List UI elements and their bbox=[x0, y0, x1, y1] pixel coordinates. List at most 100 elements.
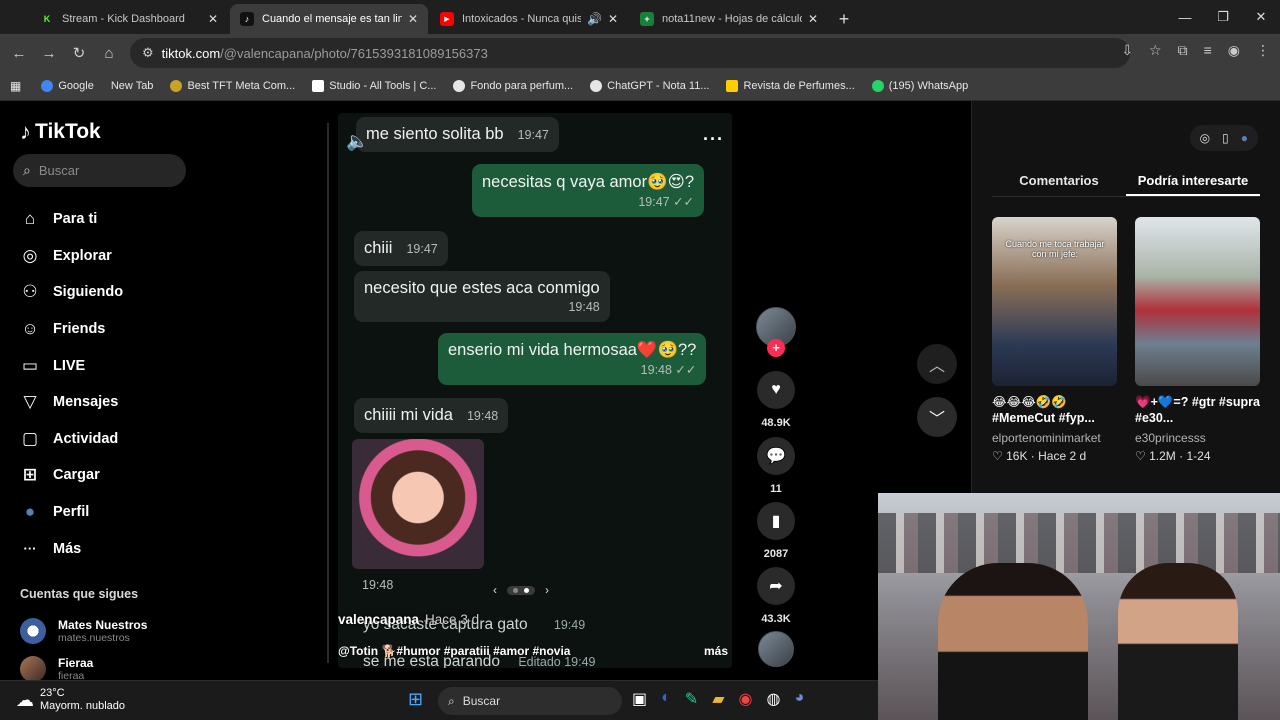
close-icon[interactable]: ✕ bbox=[208, 12, 218, 26]
restore-icon[interactable]: ❐ bbox=[1204, 0, 1242, 34]
forward-icon[interactable]: → bbox=[34, 45, 64, 62]
suggested-video-card[interactable]: Cuando me toca trabajar con mi jefe: 😂😂😂… bbox=[992, 217, 1117, 463]
bookmark-tft[interactable]: Best TFT Meta Com... bbox=[170, 80, 295, 92]
close-icon[interactable]: ✕ bbox=[608, 12, 618, 26]
speaker-icon[interactable]: 🔊 bbox=[587, 12, 602, 26]
video-thumbnail[interactable]: Cuando me toca trabajar con mi jefe: bbox=[992, 217, 1117, 386]
sidebar-item-friends[interactable]: ☺ Friends bbox=[18, 311, 123, 348]
panel-toolbar: ◎ ▯ ● bbox=[1189, 125, 1258, 151]
site-info-icon[interactable]: ⚙ bbox=[142, 45, 154, 61]
follow-plus-icon[interactable]: + bbox=[767, 339, 785, 357]
caption-text: @Totin 🐕#humor #paratiii #amor #novia bbox=[338, 644, 571, 658]
sidebar-item-cargar[interactable]: ⊞ Cargar bbox=[18, 457, 123, 494]
card-user[interactable]: elportenominimarket bbox=[992, 431, 1117, 445]
extensions-icon[interactable]: ⧉ bbox=[1178, 42, 1188, 59]
video-thumbnail[interactable] bbox=[1135, 217, 1260, 386]
video-player[interactable]: me siento solita bb 19:47 🔈 ··· necesitas… bbox=[338, 113, 732, 668]
caption-username[interactable]: valencapana Hace 3 d bbox=[338, 612, 479, 627]
following-account[interactable]: Fieraa fieraa bbox=[20, 656, 93, 682]
compass-icon[interactable]: ◎ bbox=[1200, 131, 1210, 145]
sidebar-item-actividad[interactable]: ▢ Actividad bbox=[18, 421, 123, 458]
tab-title: Stream - Kick Dashboard bbox=[62, 13, 185, 25]
browser-tab-sheets[interactable]: + nota11new - Hojas de cálculo d ✕ bbox=[630, 4, 828, 34]
chrome-icon[interactable]: ◉ bbox=[739, 689, 753, 709]
browser-toolbar: ← → ↻ ⌂ ⚙ tiktok.com/@valencapana/photo/… bbox=[0, 34, 1280, 72]
browser-tab-kick[interactable]: K Stream - Kick Dashboard ✕ bbox=[30, 4, 228, 34]
close-window-icon[interactable]: ✕ bbox=[1242, 0, 1280, 34]
search-placeholder: Buscar bbox=[38, 163, 80, 178]
sidebar-item-para-ti[interactable]: ⌂ Para ti bbox=[18, 201, 123, 238]
sound-avatar[interactable] bbox=[756, 631, 796, 667]
pager-dot[interactable] bbox=[513, 587, 518, 593]
back-icon[interactable]: ← bbox=[4, 45, 34, 62]
address-bar[interactable]: ⚙ tiktok.com/@valencapana/photo/76153931… bbox=[130, 38, 1130, 68]
sidebar-item-mensajes[interactable]: ▽ Mensajes bbox=[18, 384, 123, 421]
task-view-icon[interactable]: ▣ bbox=[632, 689, 647, 709]
comment-button[interactable]: 💬 11 bbox=[756, 437, 796, 495]
pager-dot-active[interactable] bbox=[524, 587, 529, 593]
window-controls: — ❐ ✕ bbox=[1166, 0, 1280, 34]
bookmark-google[interactable]: Google bbox=[41, 80, 94, 92]
home-icon[interactable]: ⌂ bbox=[94, 45, 124, 62]
sidebar-item-mas[interactable]: ··· Más bbox=[18, 530, 123, 567]
bookmark-chatgpt[interactable]: ChatGPT - Nota 11... bbox=[590, 80, 709, 92]
weather-widget[interactable]: ☁ 23°C Mayorm. nublado bbox=[16, 687, 125, 713]
next-video-button[interactable]: ﹀ bbox=[917, 397, 957, 437]
menu-icon[interactable]: ⋮ bbox=[1256, 42, 1270, 59]
sidebar-item-siguiendo[interactable]: ⚇ Siguiendo bbox=[18, 274, 123, 311]
share-icon: ➦ bbox=[757, 567, 795, 605]
apps-icon[interactable]: ▦ bbox=[10, 79, 21, 93]
bookmark-icon: ▮ bbox=[757, 502, 795, 540]
profile-icon[interactable]: ● bbox=[1241, 131, 1248, 145]
google-icon bbox=[41, 80, 54, 92]
bookmark-studio[interactable]: Studio - All Tools | C... bbox=[312, 80, 436, 92]
edge-icon[interactable]: ◐ bbox=[661, 689, 671, 709]
webcam-person-right bbox=[1118, 563, 1238, 720]
folder-icon[interactable]: ▰ bbox=[712, 689, 724, 709]
previous-video-button[interactable]: ︿ bbox=[917, 344, 957, 384]
suggested-video-card[interactable]: 💗+💙=? #gtr #supra #e30... e30princesss ♡… bbox=[1135, 217, 1260, 463]
browser-tab-youtube[interactable]: ▶ Intoxicados - Nunca quise ( 🔊 ✕ bbox=[430, 4, 628, 34]
media-icon[interactable]: ≡ bbox=[1204, 42, 1212, 59]
author-avatar[interactable]: + bbox=[756, 307, 796, 357]
profile-icon[interactable]: ◉ bbox=[1228, 42, 1240, 59]
obs-icon[interactable]: ◍ bbox=[766, 689, 780, 709]
chevron-right-icon[interactable]: › bbox=[545, 583, 549, 597]
bookmark-fondo[interactable]: Fondo para perfum... bbox=[453, 80, 573, 92]
following-account[interactable]: Mates Nuestros mates.nuestros bbox=[20, 618, 147, 644]
like-button[interactable]: ♥ 48.9K bbox=[756, 371, 796, 429]
tab-comentarios[interactable]: Comentarios bbox=[992, 165, 1126, 196]
star-icon[interactable]: ☆ bbox=[1149, 42, 1162, 59]
new-tab-button[interactable]: + bbox=[830, 4, 858, 34]
share-button[interactable]: ➦ 43.3K bbox=[756, 567, 796, 625]
sidebar-item-perfil[interactable]: ● Perfil bbox=[18, 494, 123, 531]
chat-bubble-in: necesito que estes aca conmigo 19:48 bbox=[354, 271, 610, 322]
phone-icon[interactable]: ▯ bbox=[1222, 131, 1229, 145]
reload-icon[interactable]: ↻ bbox=[64, 44, 94, 62]
more-options-icon[interactable]: ··· bbox=[703, 129, 724, 150]
chevron-left-icon[interactable]: ‹ bbox=[493, 583, 497, 597]
bookmark-newtab[interactable]: New Tab bbox=[111, 80, 154, 92]
tiktok-logo[interactable]: ♪ TikTok bbox=[20, 119, 101, 145]
app-icon[interactable]: ✎ bbox=[685, 689, 698, 709]
windows-start-icon[interactable]: ⊞ bbox=[408, 689, 423, 710]
card-user[interactable]: e30princesss bbox=[1135, 431, 1260, 445]
install-icon[interactable]: ⇩ bbox=[1121, 42, 1133, 59]
search-icon: ⌕ bbox=[23, 162, 31, 178]
toolbar-icons: ⇩ ☆ ⧉ ≡ ◉ ⋮ bbox=[1121, 42, 1270, 59]
sidebar-item-live[interactable]: ▭ LIVE bbox=[18, 347, 123, 384]
browser-tab-tiktok[interactable]: ♪ Cuando el mensaje es tan lindo ✕ bbox=[230, 4, 428, 34]
close-icon[interactable]: ✕ bbox=[808, 12, 818, 26]
bookmark-revista[interactable]: Revista de Perfumes... bbox=[726, 80, 855, 92]
bookmark-whatsapp[interactable]: (195) WhatsApp bbox=[871, 80, 968, 92]
tab-podria-interesarte[interactable]: Podría interesarte bbox=[1126, 165, 1260, 196]
minimize-icon[interactable]: — bbox=[1166, 0, 1204, 34]
taskbar-search[interactable]: ⌕ Buscar bbox=[438, 687, 622, 715]
sidebar-item-explorar[interactable]: ◎ Explorar bbox=[18, 238, 123, 275]
close-icon[interactable]: ✕ bbox=[408, 12, 418, 26]
more-button[interactable]: más bbox=[704, 644, 728, 658]
save-button[interactable]: ▮ 2087 bbox=[756, 502, 796, 560]
discord-icon[interactable]: ◕ bbox=[794, 689, 804, 709]
search-input[interactable]: ⌕ Buscar bbox=[13, 154, 186, 187]
volume-icon[interactable]: 🔈 bbox=[346, 131, 368, 152]
